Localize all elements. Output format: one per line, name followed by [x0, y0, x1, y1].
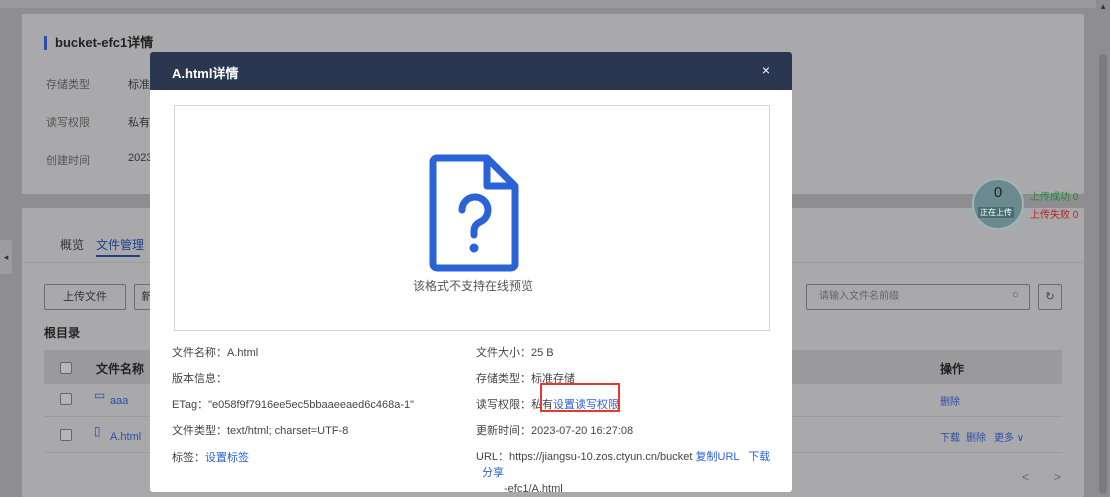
download-link[interactable]: 下载 [748, 451, 770, 463]
tab-overview[interactable]: 概览 [60, 236, 84, 253]
bucket-title: bucket-efc1详情 [44, 36, 153, 50]
scroll-thumb[interactable] [1099, 54, 1107, 494]
updated-time: 更新时间：2023-07-20 16:27:08 [476, 425, 634, 437]
modal-title: A.html详情 [172, 66, 239, 81]
url-text-continued: -efc1/A.html [504, 483, 563, 492]
row-ahtml-more[interactable]: 更多 ∨ [994, 429, 1024, 444]
select-all-checkbox[interactable] [60, 362, 72, 374]
share-link[interactable]: 分享 [482, 467, 504, 479]
row-aaa-delete[interactable]: 删除 [940, 393, 960, 408]
file-size: 文件大小：25 B [476, 347, 554, 359]
url-info: URL：https://jiangsu-10.zos.ctyun.cn/buck… [476, 449, 776, 492]
chevron-left-icon: ◂ [3, 252, 9, 262]
top-strip [0, 0, 1110, 8]
refresh-icon: ↻ [1045, 291, 1055, 303]
preview-unsupported-message: 该格式不支持在线预览 [412, 279, 533, 293]
storage-type-label: 存储类型 [46, 79, 90, 91]
row-ahtml-download[interactable]: 下载 [940, 429, 960, 444]
upload-progress-circle: 0 正在上传 [972, 178, 1024, 230]
scroll-up-icon[interactable]: ▲ [1099, 2, 1107, 11]
document-icon: ▯ [94, 424, 101, 438]
row-checkbox[interactable] [60, 429, 72, 441]
rw-value: 私有 [128, 117, 150, 129]
tags: 标签：设置标签 [172, 449, 249, 465]
highlight-annotation [540, 383, 620, 412]
row-aaa-name[interactable]: aaa [110, 395, 128, 407]
upload-status-label: 正在上传 [978, 207, 1014, 218]
pager-next[interactable]: > [1054, 470, 1061, 484]
preview-area: 该格式不支持在线预览 [174, 105, 770, 331]
search-icon[interactable]: ○ [1012, 289, 1019, 301]
tags-label: 标签： [172, 452, 205, 464]
upload-count: 0 [993, 184, 1003, 201]
folder-icon: ▭ [94, 388, 106, 402]
pager-prev[interactable]: < [1022, 470, 1029, 484]
created-label: 创建时间 [46, 155, 90, 167]
sidebar-toggle[interactable]: ◂ [0, 240, 12, 274]
page-scrollbar[interactable]: ▲ [1096, 0, 1110, 497]
url-text: URL：https://jiangsu-10.zos.ctyun.cn/buck… [476, 451, 693, 463]
etag: ETag："e058f9f7916ee5ec5bbaaeeaed6c468a-1… [172, 399, 415, 411]
column-operations: 操作 [940, 362, 965, 376]
file-question-icon [429, 154, 519, 272]
tab-file-management[interactable]: 文件管理 [96, 236, 144, 253]
upload-file-button[interactable]: 上传文件 [44, 284, 126, 310]
column-file-name: 文件名称 [96, 362, 145, 376]
modal-header: A.html详情 × [150, 52, 792, 90]
upload-status-widget[interactable]: 0 正在上传 上传成功 0 上传失败 0 [968, 178, 1098, 230]
row-ahtml-delete[interactable]: 删除 [966, 429, 986, 444]
copy-url-link[interactable]: 复制URL [696, 451, 740, 463]
file-detail-modal: A.html详情 × 该格式不支持在线预览 文件名称：A.html 文件大小：2… [150, 52, 792, 492]
set-tags-link[interactable]: 设置标签 [205, 452, 249, 464]
version-info: 版本信息： [172, 373, 227, 385]
created-value: 2023 [128, 152, 153, 164]
upload-success-count: 上传成功 0 [1030, 192, 1079, 203]
tab-active-indicator [96, 255, 140, 257]
search-input[interactable]: 请输入文件名前缀 [806, 284, 1030, 310]
rw-label: 读写权限 [46, 117, 90, 129]
refresh-button[interactable]: ↻ [1038, 284, 1062, 310]
upload-fail-count: 上传失败 0 [1030, 210, 1079, 221]
file-name: 文件名称：A.html [172, 347, 259, 359]
close-icon[interactable]: × [762, 62, 770, 78]
content-type: 文件类型：text/html; charset=UTF-8 [172, 425, 349, 437]
root-directory-label: 根目录 [44, 326, 81, 340]
row-checkbox[interactable] [60, 393, 72, 405]
row-ahtml-name[interactable]: A.html [110, 431, 141, 443]
